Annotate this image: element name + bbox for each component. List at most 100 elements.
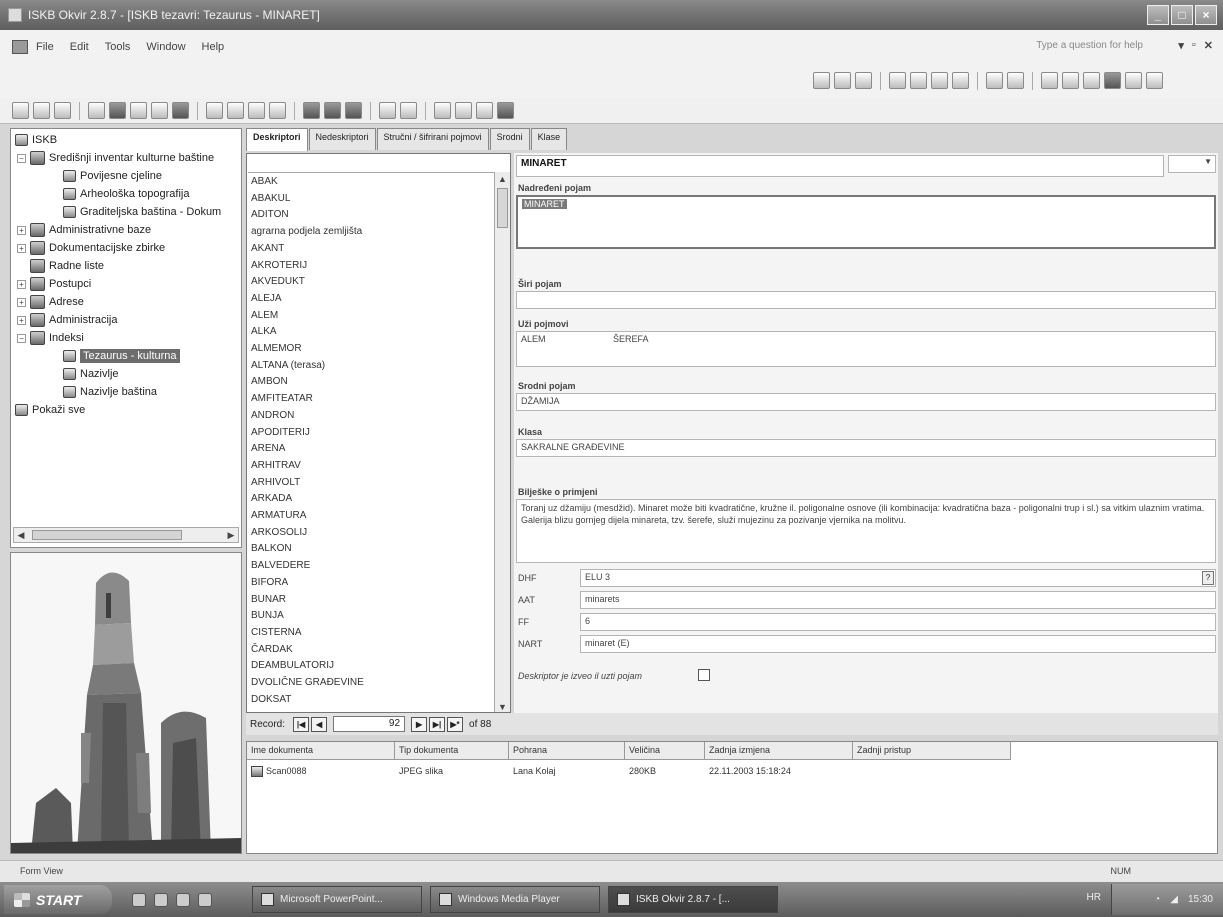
next-record-button[interactable]: ▶ [411, 716, 428, 732]
menu-window[interactable]: Window [146, 41, 185, 53]
copy-icon[interactable] [910, 72, 927, 89]
scroll-up-icon[interactable]: ▲ [495, 172, 510, 186]
view-icon[interactable] [12, 102, 29, 119]
code-field-dhf[interactable]: ELU 3 [580, 569, 1216, 587]
column-header[interactable]: Tip dokumenta [395, 742, 509, 760]
tab-deskriptori[interactable]: Deskriptori [246, 128, 308, 151]
new-record-icon[interactable] [1125, 72, 1142, 89]
apply-filter-icon[interactable] [1083, 72, 1100, 89]
print-icon[interactable] [813, 72, 830, 89]
find-icon[interactable] [1104, 72, 1121, 89]
window-title-bar[interactable]: ISKB Okvir 2.8.7 - [ISKB tezavri: Tezaur… [0, 0, 1223, 30]
tab-klase[interactable]: Klase [530, 128, 568, 150]
tree-item-dokumentacijske-zbirke[interactable]: + Dokumentacijske zbirke [17, 239, 165, 257]
taskbar-item-iskb-okvir[interactable]: ISKB Okvir 2.8.7 - [... [608, 886, 778, 913]
undo-icon[interactable] [952, 72, 969, 89]
filter-by-form-icon[interactable] [1062, 72, 1079, 89]
term-list-item[interactable]: APODITERIJ [251, 425, 310, 440]
term-list-item[interactable]: ALMEMOR [251, 341, 302, 356]
term-list-item[interactable]: ADITON [251, 207, 289, 222]
layout-image-icon[interactable] [345, 102, 362, 119]
tree-item-administrativne-baze[interactable]: + Administrativne baze [17, 221, 151, 239]
next-tool-icon[interactable] [455, 102, 472, 119]
help-question-box[interactable]: Type a question for help [1036, 40, 1143, 51]
new-record-button[interactable]: ▶* [447, 716, 464, 732]
tree-refresh-icon[interactable] [269, 102, 286, 119]
paste-icon[interactable] [931, 72, 948, 89]
menu-file[interactable]: File [36, 41, 54, 53]
link-icon[interactable] [400, 102, 417, 119]
close-button[interactable]: × [1195, 5, 1217, 25]
table-view-icon[interactable] [130, 102, 147, 119]
previous-record-button[interactable]: ◀ [311, 716, 328, 732]
term-list-item[interactable]: ALEJA [251, 291, 282, 306]
filter-by-selection-icon[interactable] [1041, 72, 1058, 89]
term-name-field[interactable]: MINARET [516, 155, 1164, 177]
term-list-item[interactable]: ARENA [251, 441, 285, 456]
arrow-tool-icon[interactable] [434, 102, 451, 119]
term-list-item[interactable]: ABAK [251, 174, 278, 189]
tree-icon[interactable] [206, 102, 223, 119]
explorer-icon[interactable] [198, 892, 212, 907]
tree-horizontal-scrollbar[interactable]: ◀ ▶ [13, 527, 239, 543]
code-field-ff[interactable]: 6 [580, 613, 1216, 631]
scroll-thumb[interactable] [32, 530, 182, 540]
record-number-input[interactable]: 92 [333, 716, 406, 732]
scope-note-field[interactable]: Toranj uz džamiju (mesdžid). Minaret mož… [516, 499, 1216, 563]
tree-item-indeksi[interactable]: − Indeksi [17, 329, 84, 347]
term-list-item[interactable]: ABAKUL [251, 191, 290, 206]
browser-icon[interactable] [154, 892, 168, 907]
delete-record-icon[interactable] [1146, 72, 1163, 89]
maximize-button[interactable]: □ [1171, 5, 1193, 25]
term-list-item[interactable]: BALVEDERE [251, 558, 310, 573]
tree-expand-icon[interactable] [227, 102, 244, 119]
forward-icon[interactable] [54, 102, 71, 119]
taskbar-item-powerpoint[interactable]: Microsoft PowerPoint... [252, 886, 422, 913]
layout-split-icon[interactable] [324, 102, 341, 119]
term-list-item[interactable]: AMBON [251, 374, 288, 389]
language-indicator[interactable]: HR [1087, 892, 1101, 903]
spelling-icon[interactable] [855, 72, 872, 89]
collapse-icon[interactable]: − [17, 333, 26, 343]
term-type-select[interactable]: ▼ [1168, 155, 1216, 173]
back-icon[interactable] [33, 102, 50, 119]
term-list-item[interactable]: ALKA [251, 324, 277, 339]
expand-icon[interactable]: + [17, 279, 26, 289]
expand-icon[interactable]: + [17, 243, 26, 253]
tree-item-tezaurus[interactable]: Tezaurus - kulturna [63, 347, 180, 365]
expand-icon[interactable]: + [17, 225, 26, 235]
volume-icon[interactable]: ◢ [1170, 894, 1178, 905]
tree-item-iskb[interactable]: ISKB [15, 131, 57, 149]
scroll-down-icon[interactable]: ▼ [495, 700, 510, 712]
network-icon[interactable]: ◔ [1154, 894, 1160, 905]
term-list-item[interactable]: DEAMBULATORIJ [251, 658, 334, 673]
term-list-item[interactable]: ARMATURA [251, 508, 306, 523]
globe-icon[interactable] [379, 102, 396, 119]
menu-edit[interactable]: Edit [70, 41, 89, 53]
term-list-item[interactable]: ARKADA [251, 491, 292, 506]
column-header[interactable]: Zadnja izmjena [705, 742, 853, 760]
term-list-item[interactable]: ČARDAK [251, 642, 293, 657]
descriptor-checkbox[interactable] [698, 669, 710, 681]
term-filter-input[interactable] [248, 155, 495, 173]
column-header[interactable]: Veličina [625, 742, 705, 760]
term-list-item[interactable]: ARHIVOLT [251, 475, 300, 490]
tab-nedeskriptori[interactable]: Nedeskriptori [308, 128, 376, 150]
question-icon[interactable]: ? [1202, 571, 1214, 585]
tab-strucni-pojmovi[interactable]: Stručni / šifrirani pojmovi [376, 128, 489, 150]
clock[interactable]: 15:30 [1188, 894, 1213, 905]
tree-item-nazivlje[interactable]: Nazivlje [63, 365, 119, 383]
code-field-aat[interactable]: minarets [580, 591, 1216, 609]
tree-item-adrese[interactable]: + Adrese [17, 293, 84, 311]
mdi-close-icon[interactable]: ✕ [1204, 39, 1213, 52]
first-record-button[interactable]: |◀ [293, 716, 310, 732]
menu-help[interactable]: Help [202, 41, 225, 53]
term-list-item[interactable]: BALKON [251, 541, 292, 556]
term-list-item[interactable]: AKVEDUKT [251, 274, 305, 289]
tree-item-arheoloska-topografija[interactable]: Arheološka topografija [63, 185, 189, 203]
column-header[interactable]: Ime dokumenta [247, 742, 395, 760]
tab-srodni[interactable]: Srodni [489, 128, 530, 150]
start-button[interactable]: START [4, 885, 112, 914]
term-list-item[interactable]: AKANT [251, 241, 284, 256]
term-list-item[interactable]: ALEM [251, 308, 278, 323]
